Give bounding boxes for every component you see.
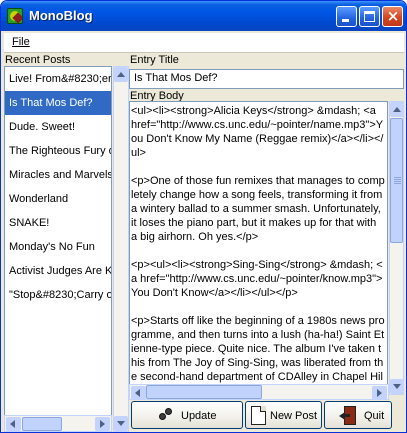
chevron-up-icon (393, 107, 401, 112)
update-button-label: Update (181, 410, 217, 422)
body-horizontal-scrollbar[interactable] (129, 384, 389, 400)
entry-title-input[interactable]: Is That Mos Def? (129, 69, 404, 89)
list-item[interactable]: SNAKE! (5, 211, 111, 235)
application-window: MonoBlog × File Recent Posts Entry Title… (0, 0, 407, 433)
update-button[interactable]: Update (131, 401, 243, 429)
new-post-button-label: New Post (270, 410, 318, 422)
exit-door-icon (339, 406, 357, 425)
maximize-icon (364, 11, 375, 22)
list-item[interactable]: Monday's No Fun (5, 235, 111, 259)
body-scroll-up-button[interactable] (390, 102, 404, 117)
chevron-left-icon (10, 420, 15, 428)
list-item[interactable]: Miracles and Marvels (5, 163, 111, 187)
chevron-left-icon (135, 389, 140, 397)
new-post-button[interactable]: New Post (245, 401, 322, 429)
posts-horizontal-scrollbar[interactable] (4, 415, 112, 432)
body-vertical-scrollbar[interactable] (389, 101, 404, 395)
list-item[interactable]: "Stop&#8230;Carry o (5, 283, 111, 307)
body-scroll-thumb[interactable] (390, 118, 403, 243)
list-item[interactable]: Is That Mos Def? (5, 91, 111, 115)
chevron-down-icon (117, 421, 125, 426)
gears-icon (159, 408, 173, 422)
chevron-down-icon (393, 384, 401, 389)
minimize-icon (342, 19, 349, 22)
body-hscroll-thumb[interactable] (146, 385, 262, 399)
new-document-icon (251, 406, 266, 425)
chevron-right-icon (100, 420, 105, 428)
menu-bar: File (4, 33, 404, 53)
close-button[interactable]: × (382, 6, 403, 27)
list-item[interactable]: Wonderland (5, 187, 111, 211)
list-item[interactable]: Live! From&#8230;era (5, 67, 111, 91)
scroll-up-button[interactable] (114, 67, 128, 82)
entry-body-text: <ul><li><strong>Alicia Keys</strong> &md… (131, 105, 385, 394)
close-icon: × (386, 7, 400, 25)
recent-posts-list[interactable]: Live! From&#8230;era Is That Mos Def? Dude… (4, 66, 112, 416)
scroll-thumb[interactable] (22, 417, 62, 431)
title-bar[interactable]: MonoBlog × (1, 1, 406, 31)
minimize-button[interactable] (336, 6, 357, 27)
monoblog-app-icon (7, 8, 23, 24)
scroll-left-button[interactable] (6, 417, 21, 431)
list-item[interactable]: The Righteous Fury o (5, 139, 111, 163)
chevron-up-icon (117, 72, 125, 77)
entry-body-textarea[interactable]: <ul><li><strong>Alicia Keys</strong> &md… (129, 101, 388, 395)
list-item[interactable]: Activist Judges Are K (5, 259, 111, 283)
entry-title-label: Entry Title (130, 54, 179, 66)
grip-icon (394, 177, 401, 178)
quit-button-label: Quit (364, 410, 385, 422)
menu-file[interactable]: File (12, 36, 30, 48)
chevron-right-icon (377, 389, 382, 397)
list-item[interactable]: Dude. Sweet! (5, 115, 111, 139)
scroll-down-button[interactable] (114, 416, 128, 431)
body-scroll-down-button[interactable] (390, 379, 404, 394)
recent-posts-label: Recent Posts (5, 54, 71, 66)
posts-vertical-scrollbar[interactable] (113, 66, 129, 432)
quit-button[interactable]: Quit (324, 401, 392, 429)
body-scroll-right-button[interactable] (372, 386, 387, 400)
maximize-button[interactable] (359, 6, 380, 27)
body-scroll-left-button[interactable] (131, 386, 146, 400)
window-title: MonoBlog (29, 8, 93, 23)
scroll-right-button[interactable] (95, 417, 110, 431)
